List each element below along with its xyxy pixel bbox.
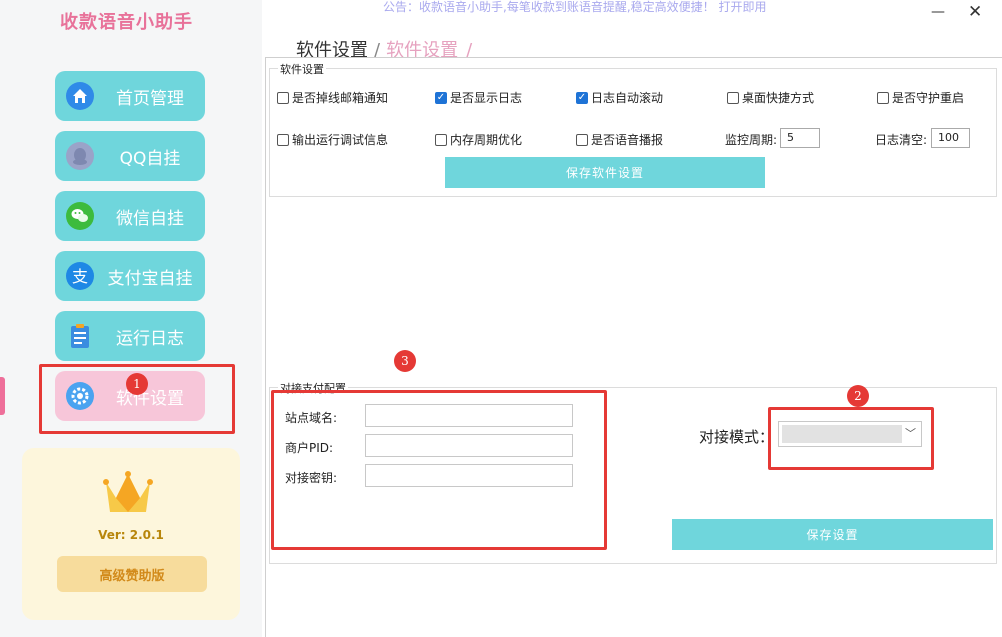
sponsor-button[interactable]: 高级赞助版: [57, 556, 207, 592]
save-payment-settings-button[interactable]: 保存设置: [672, 519, 993, 550]
log-icon: [65, 321, 95, 351]
checkbox-box[interactable]: [277, 133, 289, 146]
log-clear-label: 日志清空:: [875, 133, 928, 147]
sidebar-item-label: QQ自挂: [119, 148, 181, 169]
minimize-button[interactable]: —: [931, 4, 945, 20]
checkbox-memory-optimize[interactable]: 内存周期优化: [435, 131, 522, 148]
checkbox-label: 是否语音播报: [591, 133, 664, 147]
monitor-period-input[interactable]: 5: [780, 128, 820, 148]
checkbox-desktop-shortcut[interactable]: 桌面快捷方式: [727, 89, 814, 106]
checkbox-label: 是否显示日志: [450, 91, 523, 105]
sidebar-item-log[interactable]: 运行日志: [55, 311, 205, 361]
sidebar-item-label: 首页管理: [116, 88, 184, 109]
checkbox-debug-output[interactable]: 输出运行调试信息: [277, 131, 388, 148]
checkbox-show-log[interactable]: ✓ 是否显示日志: [435, 89, 522, 106]
svg-text:支: 支: [72, 267, 88, 286]
close-button[interactable]: ✕: [968, 2, 982, 22]
sidebar-item-home[interactable]: 首页管理: [55, 71, 205, 121]
annotation-marker-2: 2: [847, 385, 869, 407]
sidebar-item-label: 支付宝自挂: [107, 268, 193, 289]
checkbox-box[interactable]: [277, 91, 289, 104]
checkbox-box[interactable]: [727, 91, 739, 104]
checkbox-box[interactable]: [576, 133, 588, 146]
annotation-marker-3: 3: [394, 350, 416, 372]
checkbox-label: 是否守护重启: [892, 91, 965, 105]
checkbox-guard-restart[interactable]: 是否守护重启: [877, 89, 964, 106]
active-indicator: [0, 377, 5, 415]
sidebar-item-label: 运行日志: [116, 328, 184, 349]
home-icon: [65, 81, 95, 111]
wechat-icon: [65, 201, 95, 231]
save-software-settings-button[interactable]: 保存软件设置: [445, 157, 765, 188]
sidebar-item-label: 微信自挂: [116, 208, 184, 229]
checkbox-box[interactable]: [435, 133, 447, 146]
annotation-box-3: [271, 390, 607, 550]
checkbox-box[interactable]: ✓: [435, 91, 447, 104]
software-settings-group: 软件设置 是否掉线邮箱通知 ✓ 是否显示日志 ✓ 日志自动滚动 桌面快捷方式 是否守…: [269, 61, 997, 197]
version-card: Ver: 2.0.1 高级赞助版: [22, 448, 240, 620]
version-label: Ver: 2.0.1: [98, 528, 164, 542]
log-clear-input[interactable]: 100: [931, 128, 970, 148]
app-title: 收款语音小助手: [60, 12, 193, 33]
checkbox-box[interactable]: ✓: [576, 91, 588, 104]
announcement-text: 公告：收款语音小助手,每笔收款到账语音提醒,稳定高效便捷！ 打开即用: [383, 0, 767, 14]
annotation-marker-1: 1: [126, 373, 148, 395]
sidebar: 收款语音小助手 首页管理 QQ自挂 微信自挂 支 支付宝自挂 运行日志 软件设置…: [0, 0, 262, 637]
qq-icon: [65, 141, 95, 171]
sidebar-item-wechat[interactable]: 微信自挂: [55, 191, 205, 241]
sidebar-item-alipay[interactable]: 支 支付宝自挂: [55, 251, 205, 301]
checkbox-label: 日志自动滚动: [591, 91, 664, 105]
checkbox-label: 桌面快捷方式: [742, 91, 815, 105]
checkbox-label: 是否掉线邮箱通知: [292, 91, 389, 105]
checkbox-label: 输出运行调试信息: [292, 133, 389, 147]
annotation-box-2: [768, 407, 934, 470]
checkbox-log-autoscroll[interactable]: ✓ 日志自动滚动: [576, 89, 663, 106]
content-panel: 软件设置 是否掉线邮箱通知 ✓ 是否显示日志 ✓ 日志自动滚动 桌面快捷方式 是否守…: [265, 57, 1002, 637]
software-settings-title: 软件设置: [278, 61, 326, 77]
checkbox-box[interactable]: [877, 91, 889, 104]
crown-icon: [102, 468, 154, 521]
alipay-icon: 支: [65, 261, 95, 291]
checkbox-voice-broadcast[interactable]: 是否语音播报: [576, 131, 663, 148]
monitor-period-label: 监控周期:: [725, 133, 778, 147]
mode-label: 对接模式：: [699, 428, 775, 446]
sidebar-item-qq[interactable]: QQ自挂: [55, 131, 205, 181]
checkbox-email-notify[interactable]: 是否掉线邮箱通知: [277, 89, 388, 106]
checkbox-label: 内存周期优化: [450, 133, 523, 147]
